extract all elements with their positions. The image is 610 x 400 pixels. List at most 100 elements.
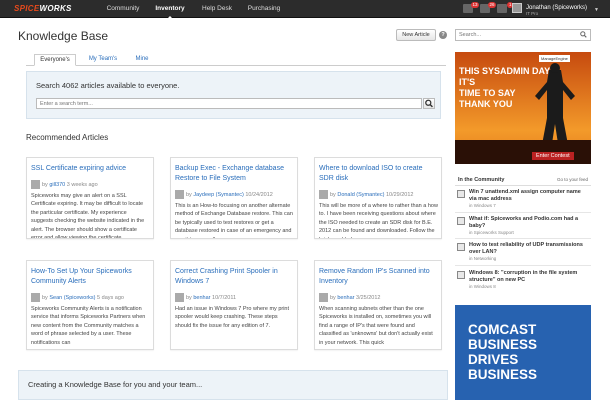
help-icon[interactable]: ? bbox=[439, 31, 447, 39]
tab-everyones[interactable]: Everyone's bbox=[34, 54, 76, 66]
article-author[interactable]: Jaydeep (Symantec) bbox=[193, 192, 243, 198]
ad-headline: COMCAST BUSINESS DRIVES BUSINESS bbox=[468, 322, 537, 382]
article-author[interactable]: Donald (Symantec) bbox=[337, 192, 384, 198]
section-title: Recommended Articles bbox=[26, 133, 109, 142]
article-excerpt: This will be more of a where to rather t… bbox=[319, 203, 438, 238]
article-meta: by Sean (Spiceworks) 5 days ago bbox=[31, 293, 124, 302]
article-title[interactable]: Remove Random IP's Scanned into Inventor… bbox=[319, 267, 439, 287]
create-kb-heading: Creating a Knowledge Base for you and yo… bbox=[28, 380, 203, 389]
chevron-down-icon: ▼ bbox=[594, 7, 599, 13]
create-kb-panel: Creating a Knowledge Base for you and yo… bbox=[18, 370, 448, 400]
article-card[interactable]: Remove Random IP's Scanned into Inventor… bbox=[314, 260, 442, 350]
go-to-feed-link[interactable]: Go to your feed bbox=[557, 177, 588, 182]
article-author[interactable]: gill370 bbox=[49, 182, 65, 188]
superhero-illustration bbox=[535, 63, 575, 150]
spiceworks-logo[interactable]: SPICEWORKS bbox=[14, 4, 72, 13]
divider bbox=[455, 212, 591, 213]
page-title: Knowledge Base bbox=[18, 29, 109, 43]
article-meta: by Donald (Symantec) 10/29/2012 bbox=[319, 190, 413, 199]
community-item-category[interactable]: in Windows 8 bbox=[469, 284, 496, 289]
article-title[interactable]: SSL Certificate expiring advice bbox=[31, 164, 151, 174]
article-card[interactable]: Where to download ISO to create SDR disk… bbox=[314, 157, 442, 239]
tab-mine[interactable]: Mine bbox=[130, 54, 154, 66]
nav-purchasing[interactable]: Purchasing bbox=[246, 0, 282, 18]
alert-icon[interactable]: 26 bbox=[480, 2, 496, 14]
ad-line: DRIVES bbox=[468, 352, 519, 367]
article-title[interactable]: Where to download ISO to create SDR disk bbox=[319, 164, 439, 184]
nav-help-desk[interactable]: Help Desk bbox=[200, 0, 234, 18]
article-author[interactable]: benhar bbox=[193, 295, 210, 301]
notification-badge: 26 bbox=[487, 2, 496, 8]
article-meta: by Jaydeep (Symantec) 10/24/2012 bbox=[175, 190, 273, 199]
article-title[interactable]: Backup Exec - Exchange database Restore … bbox=[175, 164, 295, 184]
divider bbox=[455, 265, 591, 266]
article-card[interactable]: SSL Certificate expiring advice by gill3… bbox=[26, 157, 154, 239]
community-item-title[interactable]: Windows 8: "corruption in the file syste… bbox=[469, 270, 589, 284]
avatar bbox=[31, 180, 40, 189]
community-item[interactable]: How to test reliability of UDP transmiss… bbox=[455, 242, 591, 261]
ad-brand: ManageEngine bbox=[539, 55, 570, 62]
article-excerpt: When scanning subnets other than the one… bbox=[319, 306, 433, 346]
post-icon bbox=[457, 243, 465, 251]
article-date: 3 weeks ago bbox=[66, 181, 98, 188]
nav-community[interactable]: Community bbox=[104, 0, 142, 18]
article-author[interactable]: Sean (Spiceworks) bbox=[49, 295, 95, 301]
article-date: 10/7/2011 bbox=[212, 294, 237, 301]
article-card[interactable]: How-To Set Up Your Spiceworks Community … bbox=[26, 260, 154, 350]
community-item[interactable]: What if: Spiceworks and Podio.com had a … bbox=[455, 216, 591, 235]
top-nav-bar: SPICEWORKS Community Inventory Help Desk… bbox=[0, 0, 610, 19]
community-item-category[interactable]: in Networking bbox=[469, 256, 496, 261]
manageengine-ad[interactable]: ManageEngine THIS SYSADMIN DAY, IT'S TIM… bbox=[455, 52, 591, 164]
community-item[interactable]: Windows 8: "corruption in the file syste… bbox=[455, 270, 591, 292]
post-icon bbox=[457, 190, 465, 198]
avatar bbox=[319, 190, 328, 199]
article-excerpt: This is an How-to focusing on another al… bbox=[175, 203, 293, 238]
kb-search-input[interactable] bbox=[36, 98, 422, 109]
community-item-title[interactable]: What if: Spiceworks and Podio.com had a … bbox=[469, 216, 589, 230]
ad-line: BUSINESS bbox=[468, 367, 538, 382]
kb-search-button[interactable] bbox=[423, 98, 435, 109]
article-card[interactable]: Correct Crashing Print Spooler in Window… bbox=[170, 260, 298, 350]
user-role: IT Pro bbox=[526, 11, 539, 16]
envelope-icon[interactable]: 13 bbox=[463, 2, 479, 14]
community-item-title[interactable]: How to test reliability of UDP transmiss… bbox=[469, 242, 589, 256]
avatar bbox=[319, 293, 328, 302]
enter-contest-button[interactable]: Enter Contest bbox=[532, 152, 574, 160]
kb-search-panel: Search 4062 articles available to everyo… bbox=[26, 71, 441, 119]
article-meta: by gill370 3 weeks ago bbox=[31, 180, 98, 189]
notification-badge: 13 bbox=[470, 2, 479, 8]
avatar bbox=[31, 293, 40, 302]
nav-inventory[interactable]: Inventory bbox=[152, 0, 188, 19]
post-icon bbox=[457, 271, 465, 279]
community-heading: In the Community bbox=[458, 177, 505, 183]
article-date: 10/29/2012 bbox=[385, 191, 414, 198]
article-title[interactable]: How-To Set Up Your Spiceworks Community … bbox=[31, 267, 151, 287]
chat-icon[interactable]: 1 bbox=[497, 2, 513, 14]
ad-line: COMCAST bbox=[468, 322, 537, 337]
community-item-category[interactable]: in Windows 7 bbox=[469, 203, 496, 208]
community-item-title[interactable]: Win 7 unattend.xml assign computer name … bbox=[469, 189, 589, 203]
logo-text-right: WORKS bbox=[39, 4, 72, 13]
avatar bbox=[512, 3, 522, 13]
article-date: 10/24/2012 bbox=[245, 191, 273, 198]
chat-glyph bbox=[497, 4, 507, 13]
logo-text-left: SPICE bbox=[14, 4, 40, 13]
new-article-button[interactable]: New Article bbox=[396, 29, 436, 41]
comcast-ad[interactable]: COMCAST BUSINESS DRIVES BUSINESS bbox=[455, 305, 591, 400]
avatar bbox=[175, 293, 184, 302]
community-item-category[interactable]: in Spiceworks Support bbox=[469, 230, 514, 235]
search-heading: Search 4062 articles available to everyo… bbox=[36, 81, 180, 90]
post-icon bbox=[457, 217, 465, 225]
divider bbox=[455, 238, 591, 239]
article-excerpt: Spiceworks Community Alerts is a notific… bbox=[31, 306, 146, 346]
community-item[interactable]: Win 7 unattend.xml assign computer name … bbox=[455, 189, 591, 208]
article-card[interactable]: Backup Exec - Exchange database Restore … bbox=[170, 157, 298, 239]
search-icon[interactable] bbox=[580, 31, 587, 38]
tab-my-teams[interactable]: My Team's bbox=[86, 54, 120, 66]
article-title[interactable]: Correct Crashing Print Spooler in Window… bbox=[175, 267, 295, 287]
article-meta: by benhar 3/25/2012 bbox=[319, 293, 380, 302]
search-input[interactable] bbox=[455, 29, 591, 41]
community-header: In the Community Go to your feed bbox=[455, 176, 591, 186]
article-author[interactable]: benhar bbox=[337, 295, 354, 301]
article-excerpt: Spiceworks may give an alert on a SSL Ce… bbox=[31, 193, 145, 238]
